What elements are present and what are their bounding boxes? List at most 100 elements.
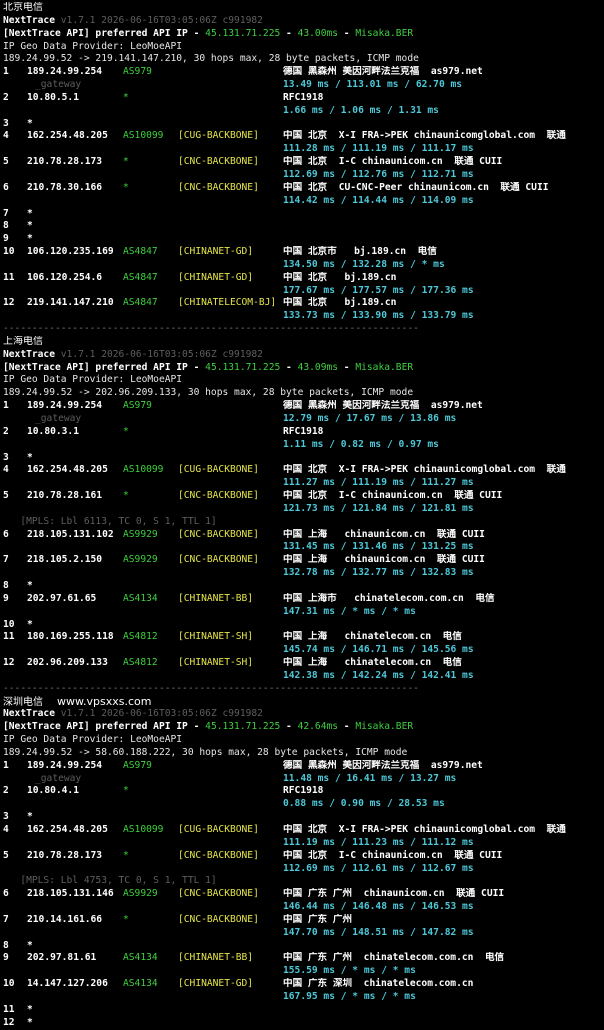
hop-number: 7 xyxy=(3,207,9,219)
api-sep: - xyxy=(338,27,356,39)
trace-section: 深圳电信 www.vpsxxs.com NextTrace v1.7.1 2026-… xyxy=(3,696,601,1030)
hop-tag: [CNC-BACKBONE] xyxy=(178,156,259,168)
app-version: v1.7.1 2026-06-16T03:05:06Z c991982 xyxy=(60,348,263,360)
app-name: NextTrace xyxy=(3,348,55,360)
route-summary: 189.24.99.52 -> 219.141.147.210, 30 hops… xyxy=(3,53,419,65)
hop-number: 5 xyxy=(3,156,9,168)
hop-row: 12 219.141.147.210 AS4847 [CHINATELECOM-BJ]… xyxy=(3,297,601,310)
app-version: v1.7.1 2026-06-16T03:05:06Z c991982 xyxy=(60,708,263,720)
hop-number: 10 xyxy=(3,978,15,990)
hop-latency: 145.74 ms / 146.71 ms / 145.56 ms xyxy=(283,644,474,656)
hop-ip: 202.97.81.61 xyxy=(27,952,97,964)
hop-number: 1 xyxy=(3,759,9,771)
hop-geo: 中国 上海 chinaunicom.cn 联通 CUII xyxy=(283,554,485,566)
hop-latency: 146.44 ms / 146.48 ms / 146.53 ms xyxy=(283,901,474,913)
hop-hostname: _gateway xyxy=(35,772,82,784)
app-name: NextTrace xyxy=(3,708,55,720)
hop-row: 7 * xyxy=(3,208,601,221)
hop-asn: AS4134 xyxy=(123,592,158,604)
hop-latency: 13.49 ms / 113.01 ms / 62.70 ms xyxy=(283,79,463,91)
hop-geo: 中国 广东 广州 chinaunicom.cn 联通 CUII xyxy=(283,888,505,900)
hop-number: 1 xyxy=(3,400,9,412)
hop-number: 5 xyxy=(3,490,9,502)
hop-latency: 132.78 ms / 132.77 ms / 132.83 ms xyxy=(283,567,474,579)
region-title: 深圳电信 xyxy=(3,696,43,708)
hop-latency: 1.11 ms / 0.82 ms / 0.97 ms xyxy=(283,438,439,450)
hop-ip: 218.105.131.102 xyxy=(27,528,114,540)
hop-detail-row: 111.19 ms / 111.23 ms / 111.12 ms xyxy=(3,837,601,850)
hop-ip: 219.141.147.210 xyxy=(27,297,114,309)
hop-asn: AS979 xyxy=(123,66,152,78)
hop-tag: [CNC-BACKBONE] xyxy=(178,554,259,566)
section-divider: ----------------------------------------… xyxy=(3,323,601,336)
api-sep: - xyxy=(338,361,356,373)
hop-ip: 189.24.99.254 xyxy=(27,66,103,78)
hop-detail-row: _gateway 13.49 ms / 113.01 ms / 62.70 ms xyxy=(3,79,601,92)
hop-detail-row: 142.38 ms / 142.24 ms / 142.41 ms xyxy=(3,670,601,683)
hop-ip: 218.105.131.146 xyxy=(27,888,114,900)
hop-latency: 147.70 ms / 148.51 ms / 147.82 ms xyxy=(283,926,474,938)
hop-number: 10 xyxy=(3,618,15,630)
api-latency: 42.64ms xyxy=(297,721,339,733)
hop-detail-row: 131.45 ms / 131.46 ms / 131.25 ms xyxy=(3,541,601,554)
geo-provider: IP Geo Data Provider: LeoMoeAPI xyxy=(3,40,183,52)
hop-number: 6 xyxy=(3,528,9,540)
api-node: Misaka.BER xyxy=(355,721,414,733)
hop-latency: 11.48 ms / 16.41 ms / 13.27 ms xyxy=(283,772,457,784)
hop-ip: * xyxy=(27,117,33,129)
app-version: v1.7.1 2026-06-16T03:05:06Z c991982 xyxy=(60,14,263,26)
hop-ip: 210.14.161.66 xyxy=(27,913,103,925)
hop-detail-row: 121.73 ms / 121.84 ms / 121.81 ms xyxy=(3,503,601,516)
hop-asn: * xyxy=(123,181,129,193)
hop-row: 6 218.105.131.102 AS9929 [CNC-BACKBONE] 中国 上… xyxy=(3,529,601,542)
hop-row: 4 162.254.48.205 AS10099 [CUG-BACKBONE] 中国 北… xyxy=(3,130,601,143)
hop-geo: 中国 上海 chinatelecom.cn 电信 xyxy=(283,631,462,643)
hop-row: 1 189.24.99.254 AS979 德国 黑森州 美因河畔法兰克福 as979… xyxy=(3,66,601,79)
terminal-output: 北京电信 NextTrace v1.7.1 2026-06-16T03:05:06… xyxy=(0,0,604,1030)
hop-ip: 10.80.5.1 xyxy=(27,91,79,103)
api-sep: - xyxy=(280,27,298,39)
hop-ip: * xyxy=(27,207,33,219)
hop-detail-row: 0.88 ms / 0.90 ms / 28.53 ms xyxy=(3,798,601,811)
hop-asn: AS979 xyxy=(123,400,152,412)
mpls-line: [MPLS: Lbl 4753, TC 0, S 1, TTL 1] xyxy=(3,875,601,888)
hop-detail-row: 112.69 ms / 112.61 ms / 112.67 ms xyxy=(3,863,601,876)
region-title: 北京电信 xyxy=(3,2,43,13)
geo-provider: IP Geo Data Provider: LeoMoeAPI xyxy=(3,734,183,746)
hop-row: 11 180.169.255.118 AS4812 [CHINANET-SH] 中国 上… xyxy=(3,631,601,644)
hop-asn: AS4847 xyxy=(123,246,158,258)
hop-row: 9 202.97.61.65 AS4134 [CHINANET-BB] 中国 上海市 c… xyxy=(3,593,601,606)
hop-detail-row: 111.27 ms / 111.19 ms / 111.27 ms xyxy=(3,477,601,490)
hop-row: 7 210.14.161.66 * [CNC-BACKBONE] 中国 广东 广州 xyxy=(3,914,601,927)
hop-geo: 德国 黑森州 美因河畔法兰克福 as979.net xyxy=(283,66,483,78)
hop-ip: * xyxy=(27,1016,33,1028)
api-prefix: [NextTrace API] preferred API IP - xyxy=(3,361,206,373)
hop-geo: 中国 北京 X-I FRA->PEK chinaunicomglobal.com… xyxy=(283,130,566,142)
hop-number: 8 xyxy=(3,579,9,591)
hop-tag: [CNC-BACKBONE] xyxy=(178,888,259,900)
hop-number: 9 xyxy=(3,233,9,245)
route-line: 189.24.99.52 -> 219.141.147.210, 30 hops… xyxy=(3,53,601,66)
hop-ip: 14.147.127.206 xyxy=(27,978,108,990)
hop-geo: 德国 黑森州 美因河畔法兰克福 as979.net xyxy=(283,759,483,771)
hop-ip: 10.80.4.1 xyxy=(27,785,79,797)
section-divider: ----------------------------------------… xyxy=(3,683,601,696)
hop-latency: 111.28 ms / 111.19 ms / 111.17 ms xyxy=(283,143,474,155)
hop-detail-row: 155.59 ms / * ms / * ms xyxy=(3,965,601,978)
api-sep: - xyxy=(280,361,298,373)
hop-row: 8 * xyxy=(3,580,601,593)
hop-number: 9 xyxy=(3,592,9,604)
hop-ip: * xyxy=(27,451,33,463)
hop-detail-row: 112.69 ms / 112.76 ms / 112.71 ms xyxy=(3,169,601,182)
hop-row: 12 202.96.209.133 AS4812 [CHINANET-SH] 中国 上海… xyxy=(3,657,601,670)
hop-number: 10 xyxy=(3,246,15,258)
hop-number: 12 xyxy=(3,657,15,669)
hop-ip: 218.105.2.150 xyxy=(27,554,103,566)
api-prefix: [NextTrace API] preferred API IP - xyxy=(3,27,206,39)
hop-detail-row: 134.50 ms / 132.28 ms / * ms xyxy=(3,259,601,272)
geo-provider-line: IP Geo Data Provider: LeoMoeAPI xyxy=(3,734,601,747)
hop-asn: * xyxy=(123,913,129,925)
hop-geo: 德国 黑森州 美因河畔法兰克福 as979.net xyxy=(283,400,483,412)
hop-asn: AS4847 xyxy=(123,297,158,309)
hop-number: 6 xyxy=(3,181,9,193)
